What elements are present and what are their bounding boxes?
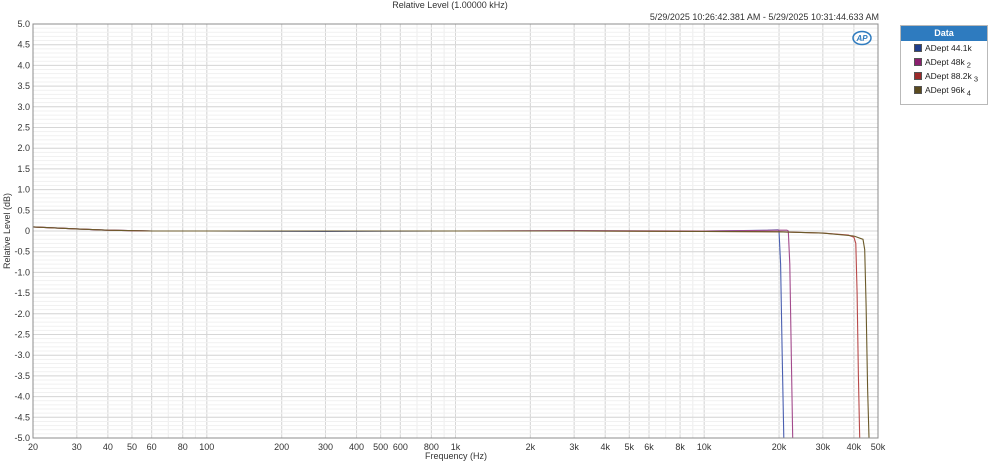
legend-item[interactable]: ADept 88.2k 3 bbox=[901, 69, 987, 84]
x-tick-label: 400 bbox=[349, 442, 364, 452]
y-tick-label: -0.5 bbox=[14, 247, 30, 257]
x-tick-label: 40k bbox=[847, 442, 862, 452]
legend: Data ADept 44.1k ADept 48k 2 ADept 88.2k 3… bbox=[900, 25, 988, 105]
series-line-3 bbox=[32, 226, 861, 439]
y-tick-label: 4.0 bbox=[17, 60, 30, 70]
y-tick-label: -2.5 bbox=[14, 330, 30, 340]
y-tick-label: 3.0 bbox=[17, 102, 30, 112]
y-tick-label: -3.5 bbox=[14, 371, 30, 381]
x-tick-label: 50 bbox=[127, 442, 137, 452]
legend-label: ADept 48k bbox=[925, 57, 965, 67]
x-tick-label: 5k bbox=[625, 442, 635, 452]
series-line-2 bbox=[32, 226, 794, 439]
y-tick-label: -2.0 bbox=[14, 309, 30, 319]
legend-label: ADept 96k bbox=[925, 85, 965, 95]
y-tick-label: 1.5 bbox=[17, 164, 30, 174]
series-line-4 bbox=[32, 226, 870, 439]
x-tick-label: 30 bbox=[72, 442, 82, 452]
series-lines bbox=[32, 226, 870, 439]
x-tick-label: 8k bbox=[675, 442, 685, 452]
y-tick-label: 3.5 bbox=[17, 81, 30, 91]
legend-label: ADept 44.1k bbox=[925, 43, 972, 53]
x-tick-label: 20 bbox=[28, 442, 38, 452]
svg-text:AP: AP bbox=[855, 34, 868, 43]
legend-series-index: 4 bbox=[964, 88, 971, 98]
y-tick-label: -4.5 bbox=[14, 412, 30, 422]
y-tick-label: -5.0 bbox=[14, 433, 30, 443]
legend-label: ADept 88.2k bbox=[925, 71, 972, 81]
series-line-1 bbox=[32, 226, 785, 439]
y-tick-label: -3.0 bbox=[14, 350, 30, 360]
y-tick-label: 2.0 bbox=[17, 143, 30, 153]
x-tick-label: 500 bbox=[373, 442, 388, 452]
y-tick-label: -4.0 bbox=[14, 392, 30, 402]
x-tick-label: 10k bbox=[697, 442, 712, 452]
chart: 20 30 40 50 60 80 100 200 300 400 500 600 800 1k 2k 3k 4… bbox=[2, 19, 886, 461]
legend-swatch bbox=[914, 44, 922, 52]
x-tick-label: 300 bbox=[318, 442, 333, 452]
x-tick-label: 6k bbox=[644, 442, 654, 452]
legend-item[interactable]: ADept 96k 4 bbox=[901, 83, 987, 98]
y-tick-label: 2.5 bbox=[17, 123, 30, 133]
x-tick-label: 3k bbox=[569, 442, 579, 452]
y-tick-label: -1.5 bbox=[14, 288, 30, 298]
x-tick-label: 200 bbox=[274, 442, 289, 452]
x-tick-label: 60 bbox=[147, 442, 157, 452]
y-tick-label: 0 bbox=[25, 226, 30, 236]
legend-swatch bbox=[914, 72, 922, 80]
legend-swatch bbox=[914, 86, 922, 94]
ap-logo-icon: AP bbox=[852, 30, 872, 51]
y-tick-label: 1.0 bbox=[17, 185, 30, 195]
y-axis-label: Relative Level (dB) bbox=[2, 193, 12, 269]
x-axis-label: Frequency (Hz) bbox=[425, 451, 487, 461]
legend-swatch bbox=[914, 58, 922, 66]
legend-title: Data bbox=[901, 26, 987, 41]
legend-item[interactable]: ADept 48k 2 bbox=[901, 55, 987, 70]
legend-item[interactable]: ADept 44.1k bbox=[901, 41, 987, 55]
x-tick-label: 30k bbox=[816, 442, 831, 452]
y-tick-label: 5.0 bbox=[17, 19, 30, 29]
x-tick-label: 40 bbox=[103, 442, 113, 452]
x-tick-label: 2k bbox=[526, 442, 536, 452]
x-tick-label: 20k bbox=[772, 442, 787, 452]
x-tick-label: 100 bbox=[199, 442, 214, 452]
x-tick-label: 80 bbox=[178, 442, 188, 452]
y-tick-label: -1.0 bbox=[14, 267, 30, 277]
x-tick-label: 4k bbox=[600, 442, 610, 452]
x-tick-label: 50k bbox=[871, 442, 886, 452]
y-tick-label: 0.5 bbox=[17, 205, 30, 215]
y-tick-label: 4.5 bbox=[17, 40, 30, 50]
x-tick-label: 600 bbox=[393, 442, 408, 452]
